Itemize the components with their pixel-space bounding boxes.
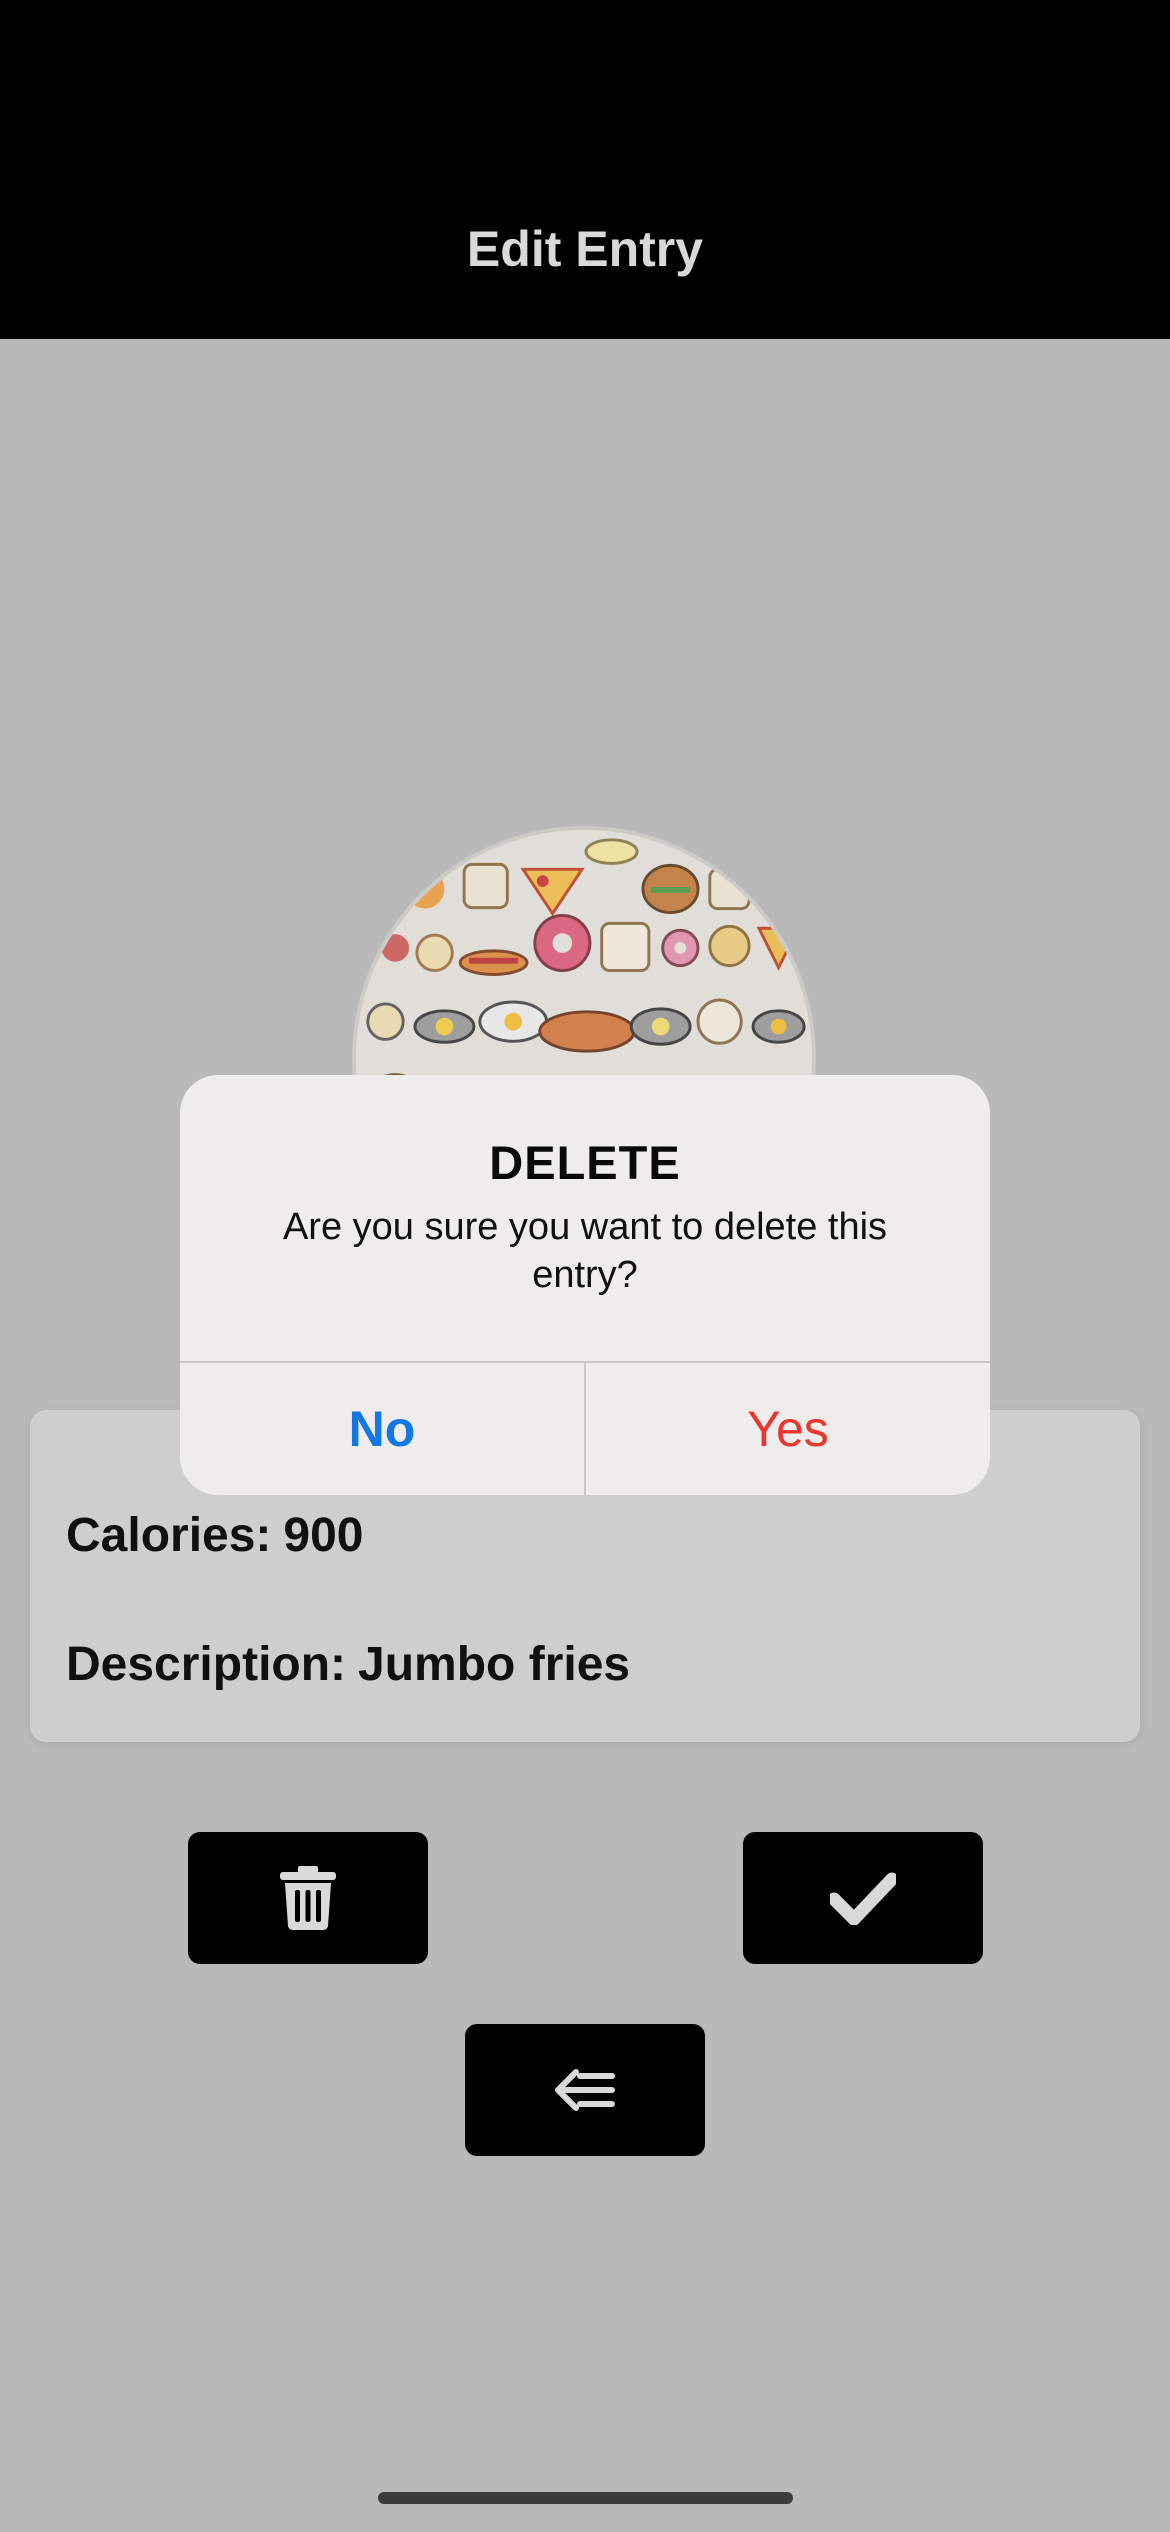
back-button[interactable] <box>465 2024 705 2156</box>
nav-header: Edit Entry <box>0 0 1170 339</box>
delete-button[interactable] <box>188 1832 428 1964</box>
description-label: Description: <box>66 1638 347 1691</box>
trash-icon <box>280 1866 336 1930</box>
page-title: Edit Entry <box>466 221 704 277</box>
description-row: Description: Jumbo fries <box>66 1637 630 1692</box>
home-indicator[interactable] <box>378 2492 793 2504</box>
calories-label: Calories: <box>66 1509 272 1562</box>
back-arrow-icon <box>555 2069 615 2111</box>
alert-message: Are you sure you want to delete this ent… <box>282 1206 888 1296</box>
calories-value: 900 <box>283 1509 364 1562</box>
no-button[interactable]: No <box>180 1363 584 1495</box>
calories-row: Calories: 900 <box>66 1508 364 1563</box>
yes-button[interactable]: Yes <box>586 1363 990 1495</box>
confirm-button[interactable] <box>743 1832 983 1964</box>
delete-confirmation-dialog: DELETE Are you sure you want to delete t… <box>180 1075 990 1495</box>
checkmark-icon <box>830 1872 896 1925</box>
alert-title: DELETE <box>489 1136 681 1189</box>
description-value: Jumbo fries <box>358 1638 631 1691</box>
